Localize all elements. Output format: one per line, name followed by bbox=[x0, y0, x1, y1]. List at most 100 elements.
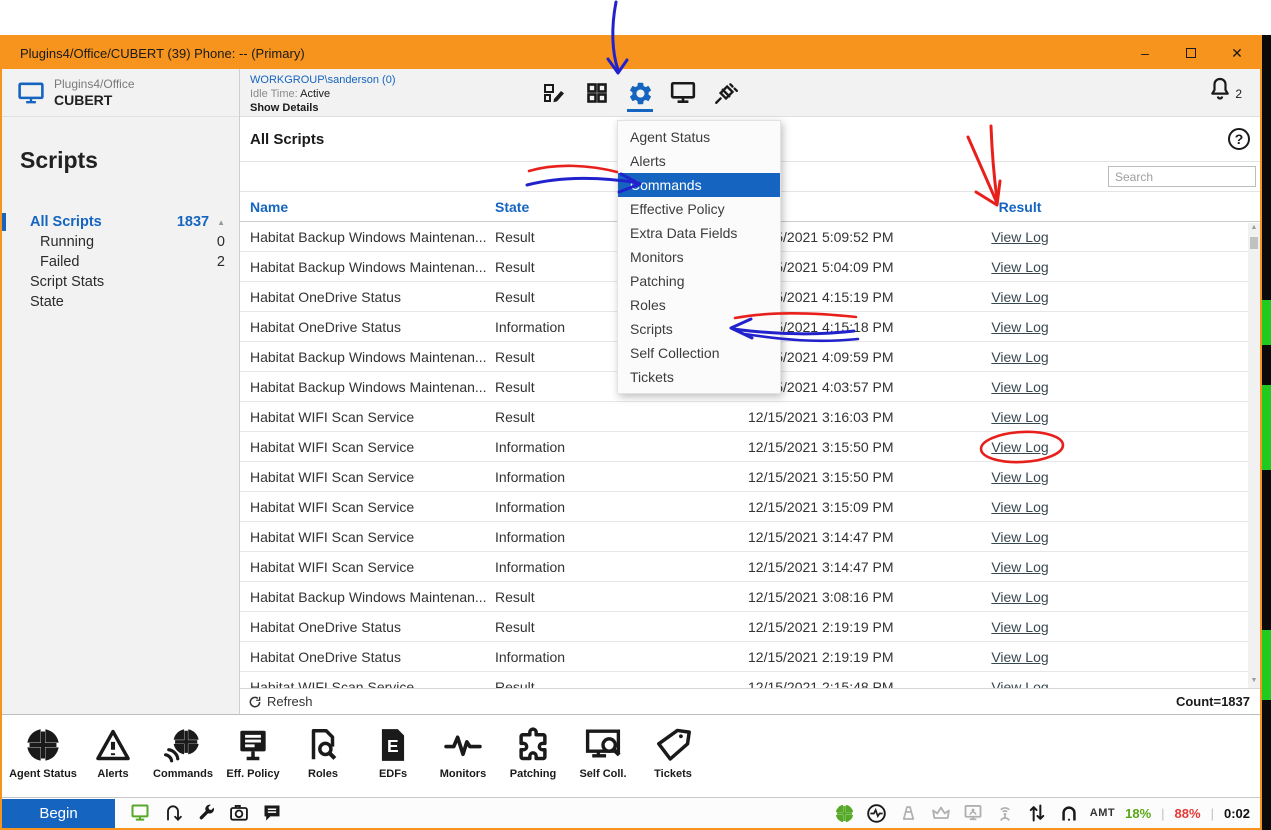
script-state: Information bbox=[495, 469, 740, 485]
dropdown-menu-item[interactable]: Alerts bbox=[618, 149, 780, 173]
begin-button[interactable]: Begin bbox=[2, 799, 115, 828]
scroll-down-icon[interactable]: ▼ bbox=[1251, 676, 1258, 688]
sidebar-item[interactable]: Running 0 ▲ bbox=[2, 232, 239, 252]
apps-grid-icon[interactable] bbox=[583, 76, 611, 110]
show-details-link[interactable]: Show Details bbox=[250, 102, 395, 116]
crown-icon[interactable] bbox=[930, 802, 952, 824]
view-log-link[interactable]: View Log bbox=[991, 679, 1048, 689]
toolbar-self-coll[interactable]: Self Coll. bbox=[568, 724, 638, 780]
refresh-button[interactable]: Refresh bbox=[248, 694, 313, 709]
dropdown-menu-item[interactable]: Tickets bbox=[618, 365, 780, 389]
updown-arrows-icon[interactable] bbox=[1026, 802, 1048, 824]
monitor-user-icon[interactable] bbox=[962, 802, 984, 824]
toolbar-commands[interactable]: Commands bbox=[148, 724, 218, 780]
sidebar-item-label: Script Stats bbox=[30, 274, 104, 290]
script-editor-icon[interactable] bbox=[540, 76, 568, 110]
notifications[interactable]: 2 bbox=[1208, 76, 1242, 102]
column-header-result[interactable]: Result bbox=[975, 199, 1065, 215]
remote-control-monitor-icon[interactable] bbox=[129, 802, 151, 824]
dropdown-menu-item[interactable]: Self Collection bbox=[618, 341, 780, 365]
logged-user: WORKGROUP\sanderson (0) bbox=[250, 74, 395, 88]
table-row[interactable]: Habitat WIFI Scan Service Information 12… bbox=[240, 522, 1260, 552]
view-log-link[interactable]: View Log bbox=[991, 589, 1048, 605]
minimize-button[interactable]: – bbox=[1122, 37, 1168, 69]
scroll-up-icon[interactable]: ▲ bbox=[1251, 223, 1258, 235]
table-row[interactable]: Habitat OneDrive Status Result 12/15/202… bbox=[240, 612, 1260, 642]
effective-policy-icon bbox=[234, 724, 272, 766]
toolbar-edfs[interactable]: E EDFs bbox=[358, 724, 428, 780]
help-icon[interactable]: ? bbox=[1228, 128, 1250, 150]
dropdown-menu-item[interactable]: Agent Status bbox=[618, 125, 780, 149]
battery-percent: 18% bbox=[1125, 806, 1151, 821]
script-name: Habitat Backup Windows Maintenan... bbox=[240, 589, 495, 605]
view-log-link[interactable]: View Log bbox=[991, 619, 1048, 635]
dropdown-menu-item[interactable]: Monitors bbox=[618, 245, 780, 269]
disconnect-plug-icon[interactable] bbox=[712, 76, 740, 110]
view-log-link[interactable]: View Log bbox=[991, 559, 1048, 575]
dropdown-menu-item[interactable]: Scripts bbox=[618, 317, 780, 341]
script-executed-time: 12/15/2021 3:15:50 PM bbox=[740, 469, 975, 485]
dropdown-menu-item[interactable]: Roles bbox=[618, 293, 780, 317]
view-log-link[interactable]: View Log bbox=[991, 439, 1048, 455]
view-log-link[interactable]: View Log bbox=[991, 499, 1048, 515]
view-log-link[interactable]: View Log bbox=[991, 529, 1048, 545]
close-button[interactable]: ✕ bbox=[1214, 37, 1260, 69]
target-green-icon[interactable] bbox=[834, 802, 856, 824]
scrollbar-thumb[interactable] bbox=[1250, 237, 1258, 249]
table-row[interactable]: Habitat WIFI Scan Service Information 12… bbox=[240, 492, 1260, 522]
remote-desktop-icon[interactable] bbox=[669, 76, 697, 110]
chat-icon[interactable] bbox=[261, 802, 283, 824]
table-row[interactable]: Habitat OneDrive Status Information 12/1… bbox=[240, 642, 1260, 672]
column-header-name[interactable]: Name bbox=[240, 199, 495, 215]
sidebar-item[interactable]: State ▲ bbox=[2, 292, 239, 312]
toolbar-agent-status[interactable]: Agent Status bbox=[8, 724, 78, 780]
table-row[interactable]: Habitat WIFI Scan Service Result 12/15/2… bbox=[240, 672, 1260, 688]
dropdown-menu-item[interactable]: Extra Data Fields bbox=[618, 221, 780, 245]
script-name: Habitat OneDrive Status bbox=[240, 289, 495, 305]
script-state: Result bbox=[495, 619, 740, 635]
toolbar-alerts[interactable]: Alerts bbox=[78, 724, 148, 780]
camera-icon[interactable] bbox=[228, 802, 250, 824]
view-log-link[interactable]: View Log bbox=[991, 409, 1048, 425]
pulse-circle-icon[interactable] bbox=[866, 802, 888, 824]
sidebar-item[interactable]: All Scripts 1837 ▲ bbox=[2, 212, 239, 232]
toolbar-tickets[interactable]: Tickets bbox=[638, 724, 708, 780]
settings-gear-icon[interactable] bbox=[626, 76, 654, 110]
uturn-arrow-icon[interactable] bbox=[162, 802, 184, 824]
script-state: Information bbox=[495, 499, 740, 515]
window-titlebar[interactable]: Plugins4/Office/CUBERT (39) Phone: -- (P… bbox=[2, 37, 1260, 69]
sidebar-item[interactable]: Failed 2 ▲ bbox=[2, 252, 239, 272]
view-log-link[interactable]: View Log bbox=[991, 649, 1048, 665]
vertical-scrollbar[interactable]: ▲ ▼ bbox=[1248, 223, 1260, 688]
table-row[interactable]: Habitat Backup Windows Maintenan... Resu… bbox=[240, 582, 1260, 612]
table-row[interactable]: Habitat WIFI Scan Service Information 12… bbox=[240, 432, 1260, 462]
dropdown-menu-item[interactable]: Patching bbox=[618, 269, 780, 293]
view-log-link[interactable]: View Log bbox=[991, 349, 1048, 365]
toolbar-monitors[interactable]: Monitors bbox=[428, 724, 498, 780]
toolbar-patching[interactable]: Patching bbox=[498, 724, 568, 780]
maximize-button[interactable] bbox=[1168, 37, 1214, 69]
view-log-link[interactable]: View Log bbox=[991, 319, 1048, 335]
view-log-link[interactable]: View Log bbox=[991, 469, 1048, 485]
antenna-icon[interactable] bbox=[994, 802, 1016, 824]
view-log-link[interactable]: View Log bbox=[991, 379, 1048, 395]
table-row[interactable]: Habitat WIFI Scan Service Information 12… bbox=[240, 552, 1260, 582]
cone-icon[interactable] bbox=[898, 802, 920, 824]
toolbar-eff-policy[interactable]: Eff. Policy bbox=[218, 724, 288, 780]
view-log-link[interactable]: View Log bbox=[991, 289, 1048, 305]
view-log-link[interactable]: View Log bbox=[991, 229, 1048, 245]
script-state: Information bbox=[495, 439, 740, 455]
table-row[interactable]: Habitat WIFI Scan Service Information 12… bbox=[240, 462, 1260, 492]
toolbar-roles[interactable]: Roles bbox=[288, 724, 358, 780]
table-row[interactable]: Habitat WIFI Scan Service Result 12/15/2… bbox=[240, 402, 1260, 432]
dropdown-menu-item[interactable]: Commands bbox=[618, 173, 780, 197]
search-input[interactable] bbox=[1108, 166, 1256, 187]
alerts-icon bbox=[94, 724, 132, 766]
sidebar-item[interactable]: Script Stats ▲ bbox=[2, 272, 239, 292]
dropdown-menu-item[interactable]: Effective Policy bbox=[618, 197, 780, 221]
script-name: Habitat Backup Windows Maintenan... bbox=[240, 259, 495, 275]
view-log-link[interactable]: View Log bbox=[991, 259, 1048, 275]
magnet-icon[interactable] bbox=[1058, 802, 1080, 824]
sidebar-item-label: State bbox=[30, 294, 64, 310]
wrench-icon[interactable] bbox=[195, 802, 217, 824]
